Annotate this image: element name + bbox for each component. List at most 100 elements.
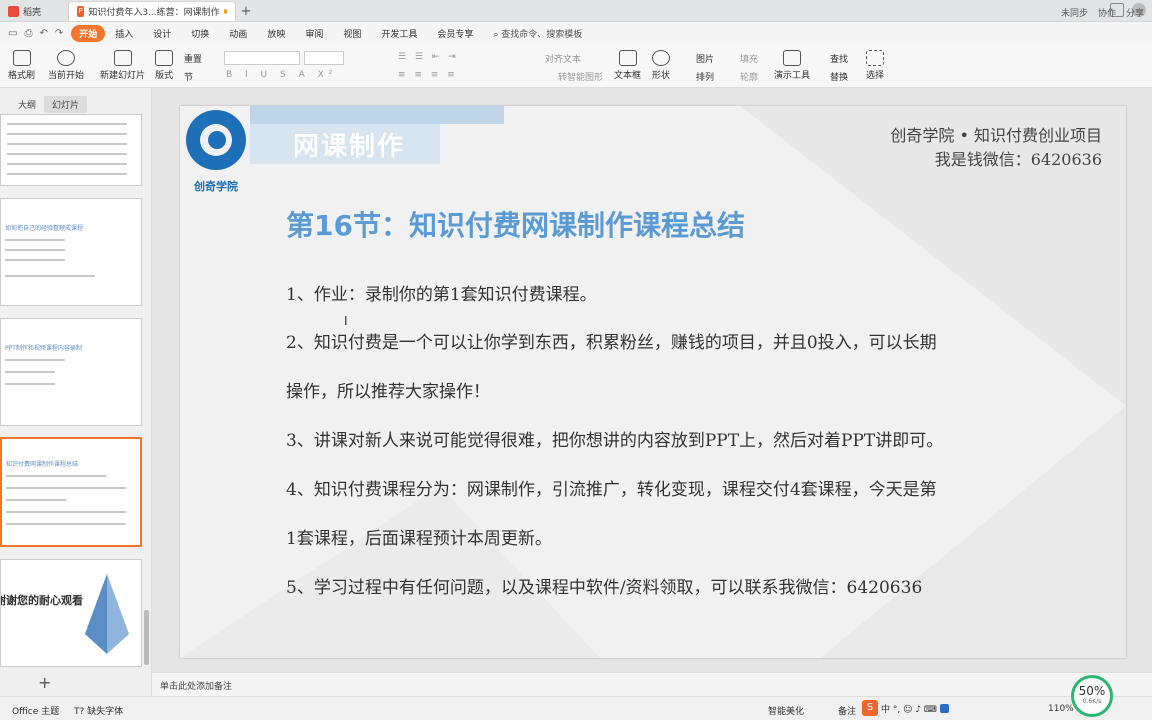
add-slide-button[interactable]: +	[38, 673, 51, 692]
sogou-icon[interactable]: S	[862, 700, 878, 716]
menu-start[interactable]: 开始	[71, 24, 106, 42]
slide[interactable]: 创奇学院 网课制作 创奇学院 • 知识付费创业项目 我是钱微信：6420636 …	[180, 106, 1126, 658]
menu-transition[interactable]: 切换	[181, 27, 219, 40]
share-button[interactable]: 分享	[1126, 6, 1144, 19]
notes-toggle[interactable]: 备注	[838, 704, 856, 717]
shape-icon	[652, 50, 670, 66]
select-button[interactable]: 选择	[866, 50, 884, 81]
textbox-label: 文本框	[614, 71, 642, 81]
title-banner	[250, 106, 504, 124]
present-tool-label: 演示工具	[774, 71, 811, 81]
slide-thumbnail-3[interactable]: PPT制作和视频课程内容录制	[0, 318, 142, 426]
menu-view[interactable]: 视图	[333, 27, 371, 40]
from-start-button[interactable]: 当前开始	[48, 50, 84, 81]
layout-button[interactable]: 版式	[155, 50, 173, 81]
picture-button[interactable]: 图片	[696, 52, 714, 65]
tab-slides[interactable]: 幻灯片	[44, 96, 88, 113]
section-button[interactable]: 节	[184, 70, 193, 83]
tab-home[interactable]: 稻壳	[0, 1, 68, 21]
ime-mode[interactable]: 中 °, ☺ ♪ ⌨	[881, 702, 937, 715]
quick-access: ▭ ⎙ ↶ ↷	[0, 28, 71, 39]
menu-design[interactable]: 设计	[143, 27, 181, 40]
layout-icon	[155, 50, 173, 66]
replace-button[interactable]: 替换	[830, 70, 848, 83]
menu-slideshow[interactable]: 放映	[257, 27, 295, 40]
slide-thumbnail-1[interactable]	[0, 114, 142, 186]
format-painter-button[interactable]: 格式刷	[8, 50, 35, 81]
list-tools[interactable]: ☰ ☰ ⇤ ⇥	[398, 52, 459, 62]
slide-thumbnail-4[interactable]: 知识付费网课制作课程总结	[0, 437, 142, 547]
smart-shape-button[interactable]: 转智能图形	[558, 70, 603, 83]
notes-pane[interactable]: 单击此处添加备注	[152, 672, 1152, 696]
find-button[interactable]: 查找	[830, 52, 848, 65]
font-name-select[interactable]	[224, 51, 300, 65]
undo-icon[interactable]: ↶	[39, 28, 47, 39]
new-slide-button[interactable]: 新建幻灯片	[100, 50, 145, 81]
font-size-select[interactable]	[304, 51, 344, 65]
tab-document[interactable]: P 知识付费年入3...练营：网课制作	[68, 1, 236, 21]
select-label: 选择	[866, 71, 885, 81]
bullet-4-cont: 1套课程，后面课程预计本周更新。	[286, 529, 552, 549]
reset-button[interactable]: 重置	[184, 52, 202, 65]
thumb-line	[7, 123, 127, 125]
shape-button[interactable]: 形状	[652, 50, 670, 81]
redo-icon[interactable]: ↷	[55, 28, 63, 39]
save-icon[interactable]: ▭	[8, 28, 17, 39]
notes-placeholder: 单击此处添加备注	[160, 682, 233, 692]
bullet-1: 1、作业：录制你的第1套知识付费课程。	[286, 285, 597, 305]
present-icon	[783, 50, 801, 66]
select-icon	[866, 50, 884, 66]
editor-scrollbar[interactable]	[1140, 88, 1152, 672]
bullet-2-cont: 操作，所以推荐大家操作！	[286, 382, 490, 402]
thumb-line	[5, 259, 65, 261]
new-slide-icon	[113, 50, 132, 66]
thumb-line	[5, 383, 55, 385]
thumb-line	[5, 275, 95, 277]
print-icon[interactable]: ⎙	[24, 28, 32, 39]
font-style-tools[interactable]: B I U S A X²	[226, 70, 337, 80]
add-tab-button[interactable]: +	[236, 1, 256, 21]
tab-document-label: 知识付费年入3...练营：网课制作	[88, 8, 220, 18]
align-text-button[interactable]: 对齐文本	[545, 52, 581, 65]
thumb-line	[7, 133, 127, 135]
text-cursor-icon: I	[344, 314, 348, 328]
menu-review[interactable]: 审阅	[295, 27, 333, 40]
slide-thumbnail-5[interactable]: 谢谢您的耐心观看	[0, 559, 142, 667]
smart-beautify-button[interactable]: 智能美化	[768, 704, 804, 717]
outline-button[interactable]: 轮廓	[740, 70, 758, 83]
command-search[interactable]: ⌕ 查找命令、搜索模板	[483, 27, 592, 40]
missing-font[interactable]: T? 缺失字体	[74, 704, 123, 717]
theme-name[interactable]: Office 主题	[12, 704, 59, 717]
thumb-line	[5, 359, 65, 361]
collab-button[interactable]: 协作	[1098, 6, 1116, 19]
present-tool-button[interactable]: 演示工具	[774, 50, 810, 81]
slide-thumbnail-2[interactable]: 如何把自己的经验整理成课程	[0, 198, 142, 306]
menu-animation[interactable]: 动画	[219, 27, 257, 40]
thumb-line	[7, 153, 127, 155]
crystal-shape-icon	[85, 574, 129, 654]
menu-member[interactable]: 会员专享	[427, 27, 483, 40]
fill-button[interactable]: 填充	[740, 52, 758, 65]
thumb-line	[7, 173, 127, 175]
shape-label: 形状	[652, 71, 671, 81]
menu-bar: ▭ ⎙ ↶ ↷ 开始 插入 设计 切换 动画 放映 审阅 视图 开发工具 会员专…	[0, 22, 1152, 44]
tab-outline[interactable]: 大纲	[10, 96, 44, 113]
ime-skin-icon[interactable]	[939, 703, 949, 713]
format-painter-label: 格式刷	[8, 71, 36, 81]
zoom-level[interactable]: 110%	[1048, 704, 1074, 714]
sync-status[interactable]: 未同步	[1061, 6, 1088, 19]
progress-percent: 50%	[1078, 684, 1106, 698]
new-slide-label: 新建幻灯片	[100, 71, 146, 81]
tab-bar: 稻壳 P 知识付费年入3...练营：网课制作 +	[0, 0, 1152, 22]
menu-insert[interactable]: 插入	[105, 27, 143, 40]
panel-scrollbar[interactable]	[144, 610, 149, 665]
header-project: 创奇学院 • 知识付费创业项目	[890, 126, 1102, 145]
course-title: 网课制作	[293, 132, 406, 162]
textbox-button[interactable]: 文本框	[614, 50, 641, 81]
brush-icon	[12, 50, 31, 66]
alignment-tools[interactable]: ≡ ≡ ≡ ≡	[398, 70, 458, 80]
arrange-button[interactable]: 排列	[696, 70, 714, 83]
thumb-line	[5, 249, 65, 251]
logo-core	[208, 131, 226, 149]
menu-developer[interactable]: 开发工具	[371, 27, 427, 40]
